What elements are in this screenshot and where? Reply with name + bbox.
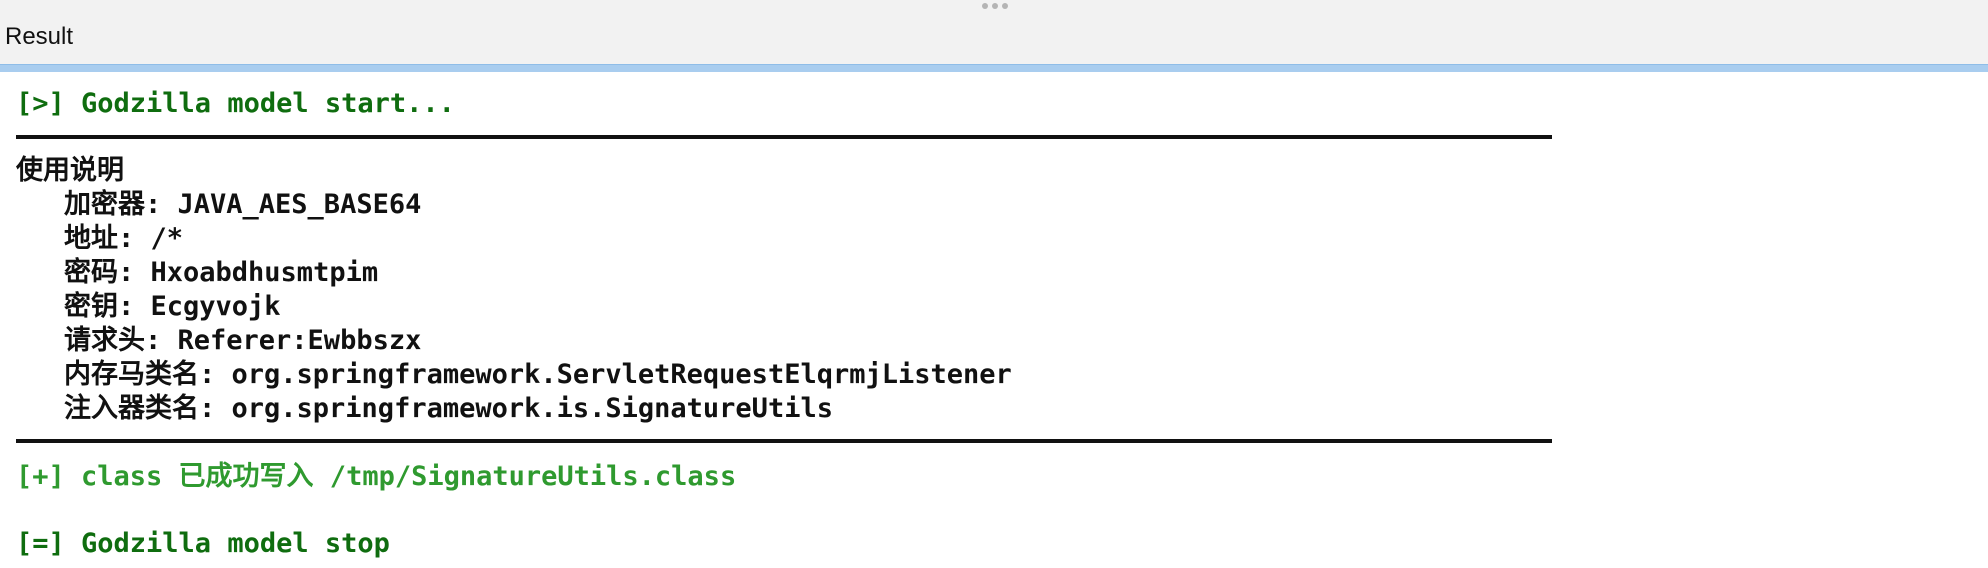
separator-top (16, 135, 1552, 139)
memshell-class-line: 内存马类名: org.springframework.ServletReques… (64, 359, 1012, 390)
separator-bottom (16, 439, 1552, 443)
result-console[interactable]: [>] Godzilla model start... 使用说明 加密器: JA… (0, 72, 1988, 568)
password-line: 密码: Hxoabdhusmtpim (64, 257, 379, 288)
encryptor-line: 加密器: JAVA_AES_BASE64 (64, 189, 422, 220)
start-line: [>] Godzilla model start... (16, 88, 455, 119)
panel-title: Result (5, 23, 74, 50)
injector-class-line: 注入器类名: org.springframework.is.SignatureU… (64, 393, 833, 424)
panel-accent-line (0, 64, 1988, 72)
usage-title: 使用说明 (16, 155, 124, 186)
stop-line: [=] Godzilla model stop (16, 528, 390, 559)
drag-handle-icon[interactable] (980, 1, 1010, 11)
header-line: 请求头: Referer:Ewbbszx (64, 325, 422, 356)
drag-dot (992, 3, 998, 9)
address-line: 地址: /* (64, 223, 184, 254)
drag-dot (1002, 3, 1008, 9)
result-panel-header: Result (0, 0, 1988, 65)
key-line: 密钥: Ecgyvojk (64, 291, 281, 322)
success-line: [+] class 已成功写入 /tmp/SignatureUtils.clas… (16, 461, 737, 492)
drag-dot (982, 3, 988, 9)
